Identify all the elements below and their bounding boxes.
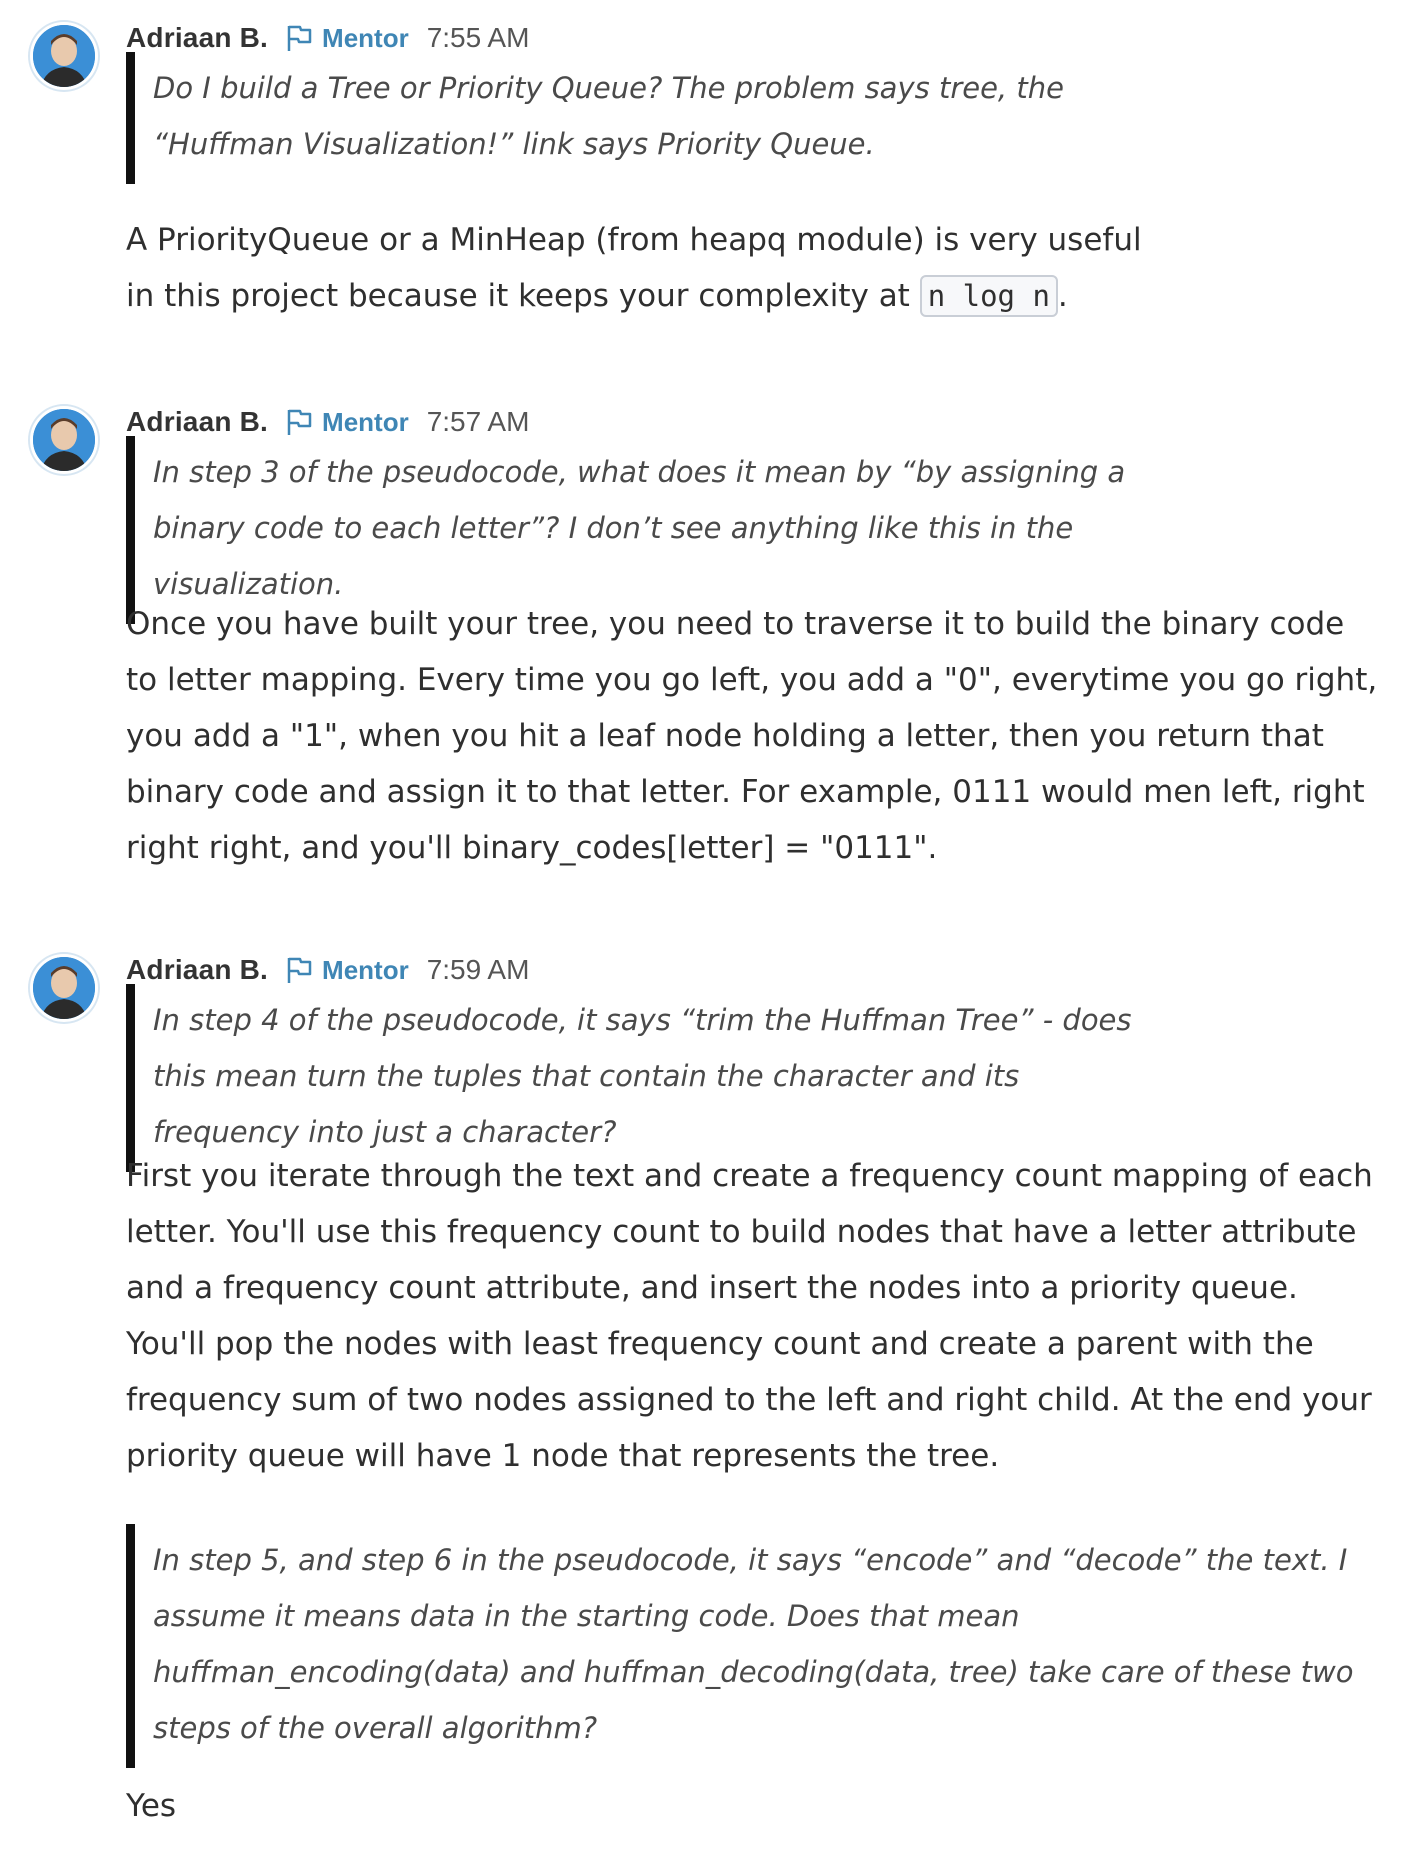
author-name[interactable]: Adriaan B. xyxy=(126,954,268,986)
role-badge: Mentor xyxy=(284,23,409,54)
reply-text: Once you have built your tree, you need … xyxy=(126,606,1378,866)
person-avatar-icon xyxy=(33,25,95,87)
reply-text: First you iterate through the text and c… xyxy=(126,1158,1373,1474)
quoted-question: Do I build a Tree or Priority Queue? The… xyxy=(126,52,1153,184)
role-label: Mentor xyxy=(322,954,409,985)
timestamp[interactable]: 7:55 AM xyxy=(427,22,530,54)
avatar[interactable] xyxy=(30,406,98,474)
avatar[interactable] xyxy=(30,954,98,1022)
author-name[interactable]: Adriaan B. xyxy=(126,22,268,54)
author-name[interactable]: Adriaan B. xyxy=(126,406,268,438)
timestamp[interactable]: 7:57 AM xyxy=(427,406,530,438)
role-label: Mentor xyxy=(322,406,409,437)
role-badge: Mentor xyxy=(284,407,409,438)
inline-code: n log n xyxy=(919,275,1058,317)
flag-icon xyxy=(287,409,312,435)
reply-text: A PriorityQueue or a MinHeap (from heapq… xyxy=(126,212,1146,324)
reply-text: Yes xyxy=(126,1788,177,1824)
timestamp[interactable]: 7:59 AM xyxy=(427,954,530,986)
avatar[interactable] xyxy=(30,22,98,90)
quoted-question: In step 4 of the pseudocode, it says “tr… xyxy=(126,984,1153,1172)
person-avatar-icon xyxy=(33,409,95,471)
flag-icon xyxy=(287,957,312,983)
quoted-question: In step 5, and step 6 in the pseudocode,… xyxy=(126,1524,1383,1768)
person-avatar-icon xyxy=(33,957,95,1019)
flag-icon xyxy=(287,25,312,51)
reply-text-part: . xyxy=(1057,278,1068,314)
role-badge: Mentor xyxy=(284,955,409,986)
role-label: Mentor xyxy=(322,22,409,53)
